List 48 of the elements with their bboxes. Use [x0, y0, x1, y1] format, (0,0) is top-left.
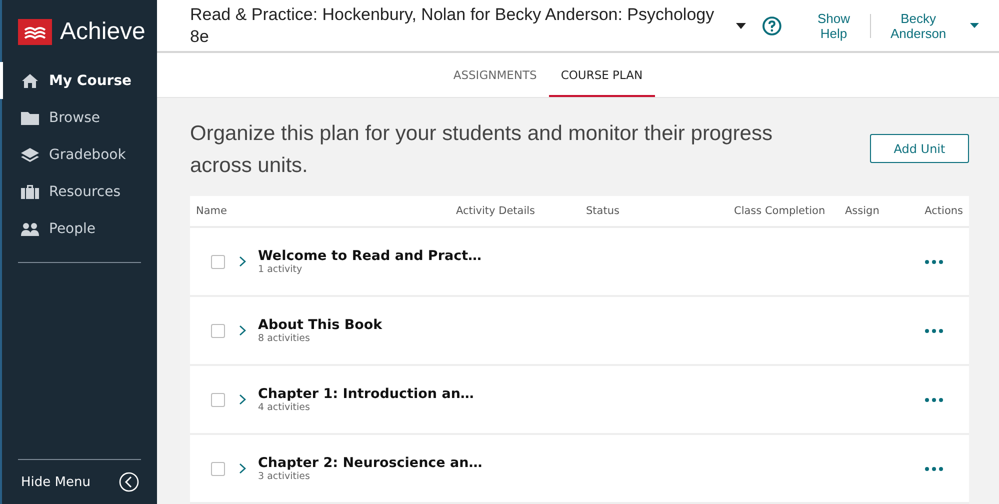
- column-header: Name: [196, 205, 228, 217]
- column-header: Activity Details: [456, 205, 536, 217]
- add-unit-button[interactable]: Add Unit: [870, 134, 969, 163]
- checkbox[interactable]: [211, 324, 225, 338]
- checkbox[interactable]: [211, 462, 225, 476]
- activity-count: 4 activities: [258, 402, 311, 413]
- hide-menu-button[interactable]: Hide Menu: [2, 460, 157, 504]
- nav-item[interactable]: Gradebook: [0, 136, 157, 173]
- more-icon[interactable]: [925, 328, 943, 332]
- chevron-right-icon[interactable]: [239, 325, 246, 336]
- activity-count: 3 activities: [258, 471, 311, 482]
- nav-item[interactable]: Resources: [0, 173, 157, 210]
- user-menu[interactable]: Becky Anderson: [882, 10, 954, 40]
- unit-title[interactable]: Chapter 2: Neuroscience an…: [258, 455, 482, 471]
- activity-count: 8 activities: [258, 333, 311, 344]
- more-icon[interactable]: [925, 466, 943, 470]
- course-title: Read & Practice: Hockenbury, Nolan for Becky Anderson: Psychology 8e: [190, 4, 716, 48]
- caret-icon[interactable]: [736, 22, 746, 28]
- chevron-right-icon[interactable]: [239, 394, 246, 405]
- chevron-right-icon[interactable]: [239, 463, 246, 474]
- column-header: Assign: [845, 205, 880, 217]
- checkbox[interactable]: [211, 392, 225, 406]
- folder-icon: [21, 110, 39, 126]
- column-header: Class Completion: [734, 205, 826, 217]
- checkbox[interactable]: [211, 254, 225, 268]
- unit-title[interactable]: Welcome to Read and Pract…: [258, 248, 482, 264]
- tab[interactable]: COURSE PLAN: [548, 53, 655, 97]
- help-icon[interactable]: [762, 16, 782, 36]
- nav-item[interactable]: Browse: [0, 99, 157, 136]
- logo-icon: [18, 19, 52, 45]
- show-help-link[interactable]: Show Help: [814, 10, 854, 40]
- briefcase-icon: [21, 184, 39, 200]
- column-header: Actions: [924, 205, 963, 217]
- tab[interactable]: ASSIGNMENTS: [441, 53, 549, 97]
- activity-count: 1 activity: [258, 264, 304, 275]
- chevron-left-icon: [119, 472, 139, 492]
- layers-icon: [21, 146, 39, 162]
- nav-item[interactable]: People: [0, 210, 157, 247]
- more-icon[interactable]: [925, 260, 943, 264]
- people-icon: [21, 220, 39, 236]
- column-header: Status: [586, 205, 620, 217]
- unit-title[interactable]: About This Book: [258, 317, 382, 333]
- intro-text: Organize this plan for your students and monitor their progress across units.: [190, 121, 774, 179]
- home-icon: [21, 72, 39, 88]
- more-icon[interactable]: [925, 398, 943, 402]
- chevron-right-icon[interactable]: [239, 256, 246, 267]
- unit-title[interactable]: Chapter 1: Introduction an…: [258, 386, 474, 402]
- logo-text: Achieve: [60, 18, 146, 46]
